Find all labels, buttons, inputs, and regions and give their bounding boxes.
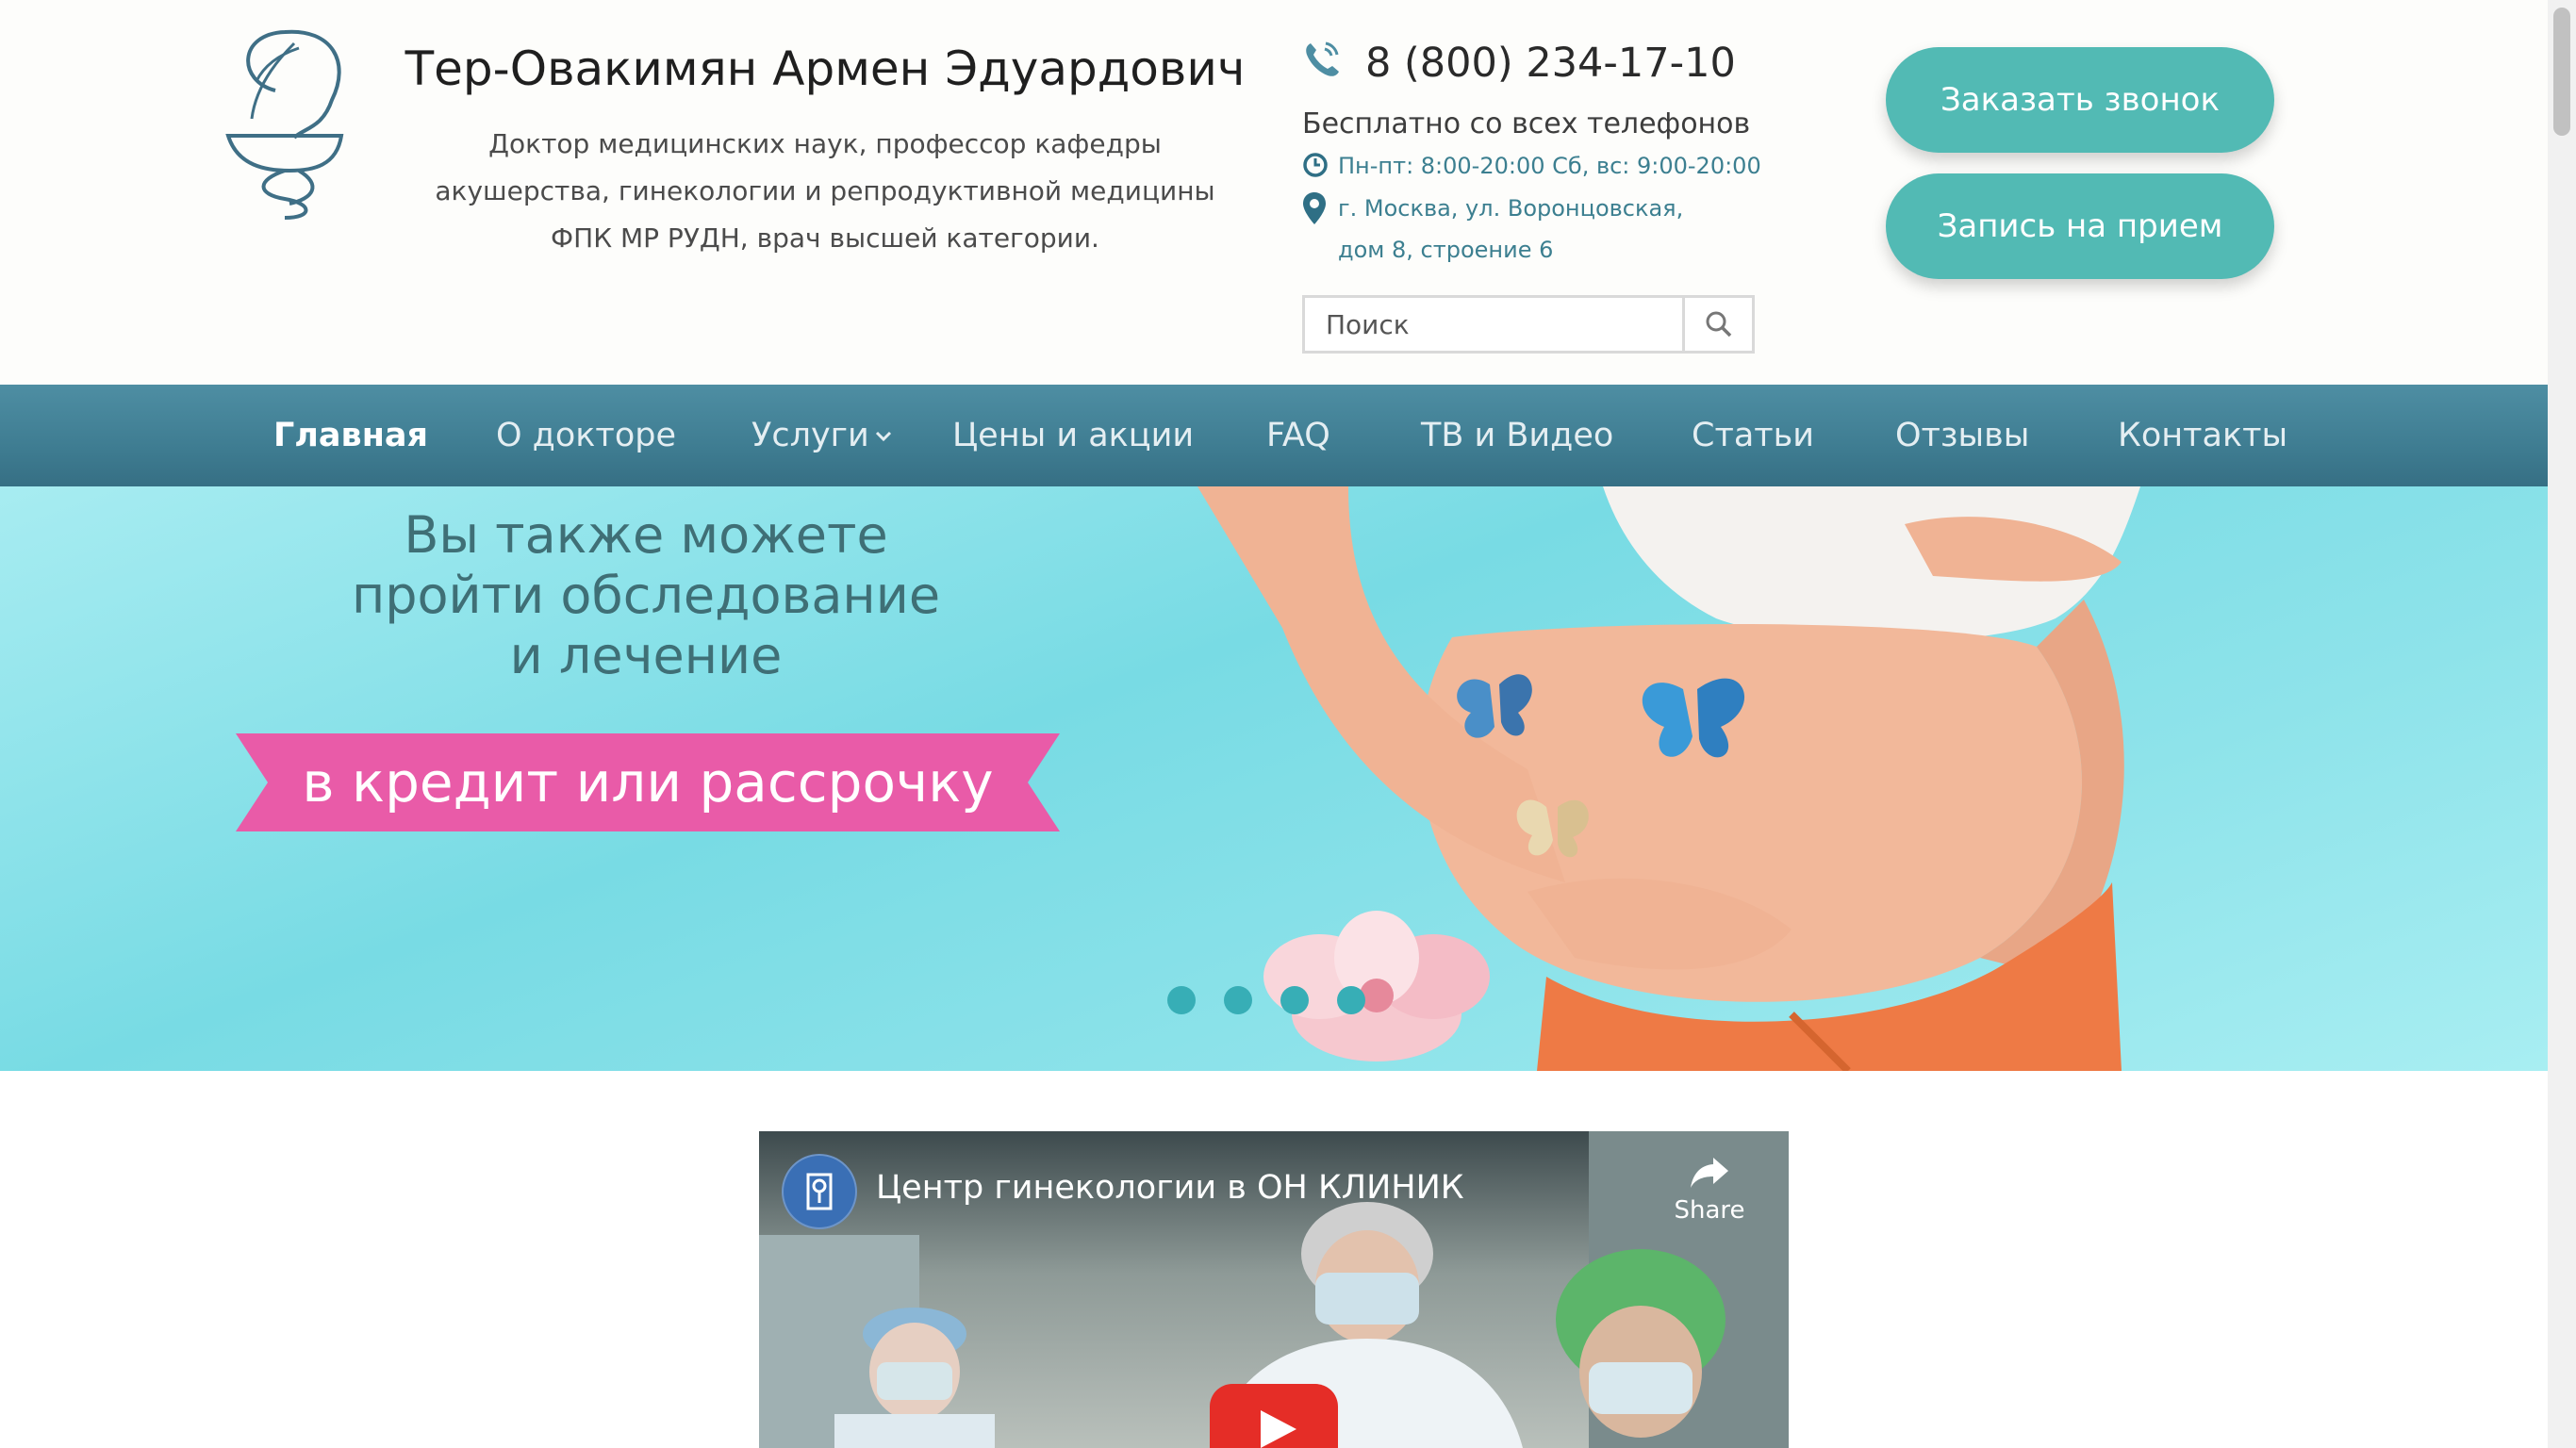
phone-icon bbox=[1306, 41, 1339, 76]
address-line-2: дом 8, строение 6 bbox=[1338, 237, 1554, 263]
share-icon bbox=[1691, 1158, 1728, 1188]
nav-item-reviews[interactable]: Отзывы bbox=[1895, 385, 2029, 486]
clock-icon bbox=[1303, 153, 1328, 177]
hero-heading: Вы также можете пройти обследование и ле… bbox=[283, 505, 1009, 686]
hero-line-3: и лечение bbox=[509, 626, 783, 685]
hero-line-1: Вы также можете bbox=[404, 505, 888, 565]
working-hours: Пн-пт: 8:00-20:00 Сб, вс: 9:00-20:00 bbox=[1338, 153, 1761, 179]
free-calls-note: Бесплатно со всех телефонов bbox=[1302, 107, 1751, 140]
scrollbar-thumb[interactable] bbox=[2553, 8, 2570, 136]
nav-item-about[interactable]: О докторе bbox=[496, 385, 676, 486]
nav-item-tv-video[interactable]: ТВ и Видео bbox=[1421, 385, 1613, 486]
share-label: Share bbox=[1674, 1196, 1745, 1225]
video-title[interactable]: Центр гинекологии в ОН КЛИНИК bbox=[876, 1169, 1464, 1207]
slider-dots bbox=[1167, 986, 1365, 1014]
doctor-name: Тер-Овакимян Армен Эдуардович bbox=[405, 41, 1246, 96]
phone-number[interactable]: 8 (800) 234-17-10 bbox=[1365, 40, 1736, 87]
search-input[interactable] bbox=[1305, 298, 1682, 351]
search-button[interactable] bbox=[1682, 298, 1752, 351]
play-icon bbox=[1261, 1410, 1296, 1448]
video-embed[interactable]: Центр гинекологии в ОН КЛИНИК Share bbox=[759, 1131, 1789, 1448]
share-button[interactable]: Share bbox=[1662, 1156, 1757, 1225]
nav-item-home[interactable]: Главная bbox=[273, 385, 428, 486]
hero-slider[interactable]: Вы также можете пройти обследование и ле… bbox=[0, 486, 2548, 1071]
search-icon bbox=[1706, 311, 1731, 337]
logo-icon[interactable] bbox=[219, 25, 360, 222]
appointment-button[interactable]: Запись на прием bbox=[1886, 173, 2274, 279]
nav-item-contacts[interactable]: Контакты bbox=[2118, 385, 2287, 486]
slider-dot[interactable] bbox=[1337, 986, 1365, 1014]
slider-dot[interactable] bbox=[1167, 986, 1196, 1014]
slider-dot[interactable] bbox=[1280, 986, 1309, 1014]
main-nav: Главная О докторе Услуги Цены и акции FA… bbox=[0, 385, 2548, 486]
address-line-1: г. Москва, ул. Воронцовская, bbox=[1338, 195, 1684, 222]
nav-item-prices[interactable]: Цены и акции bbox=[952, 385, 1194, 486]
channel-avatar[interactable] bbox=[782, 1154, 857, 1229]
chevron-down-icon bbox=[875, 431, 891, 442]
hero-line-2: пройти обследование bbox=[351, 566, 941, 625]
nav-item-articles[interactable]: Статьи bbox=[1692, 385, 1814, 486]
search-box bbox=[1302, 295, 1755, 354]
nav-item-services[interactable]: Услуги bbox=[751, 385, 892, 486]
clinic-logo-icon bbox=[806, 1173, 833, 1210]
doctor-description: Доктор медицинских наук, профессор кафед… bbox=[435, 128, 1215, 254]
slider-dot[interactable] bbox=[1224, 986, 1252, 1014]
site-header: Тер-Овакимян Армен Эдуардович Доктор мед… bbox=[0, 0, 2548, 385]
location-pin-icon bbox=[1303, 192, 1326, 224]
nav-item-faq[interactable]: FAQ bbox=[1266, 385, 1330, 486]
promo-ribbon-text: в кредит или рассрочку bbox=[302, 750, 994, 814]
play-button[interactable] bbox=[1210, 1384, 1338, 1448]
pregnant-woman-image bbox=[1197, 486, 2140, 1071]
scrollbar-track[interactable] bbox=[2548, 0, 2576, 1448]
order-call-button[interactable]: Заказать звонок bbox=[1886, 47, 2274, 153]
nav-item-services-label: Услуги bbox=[751, 417, 869, 454]
